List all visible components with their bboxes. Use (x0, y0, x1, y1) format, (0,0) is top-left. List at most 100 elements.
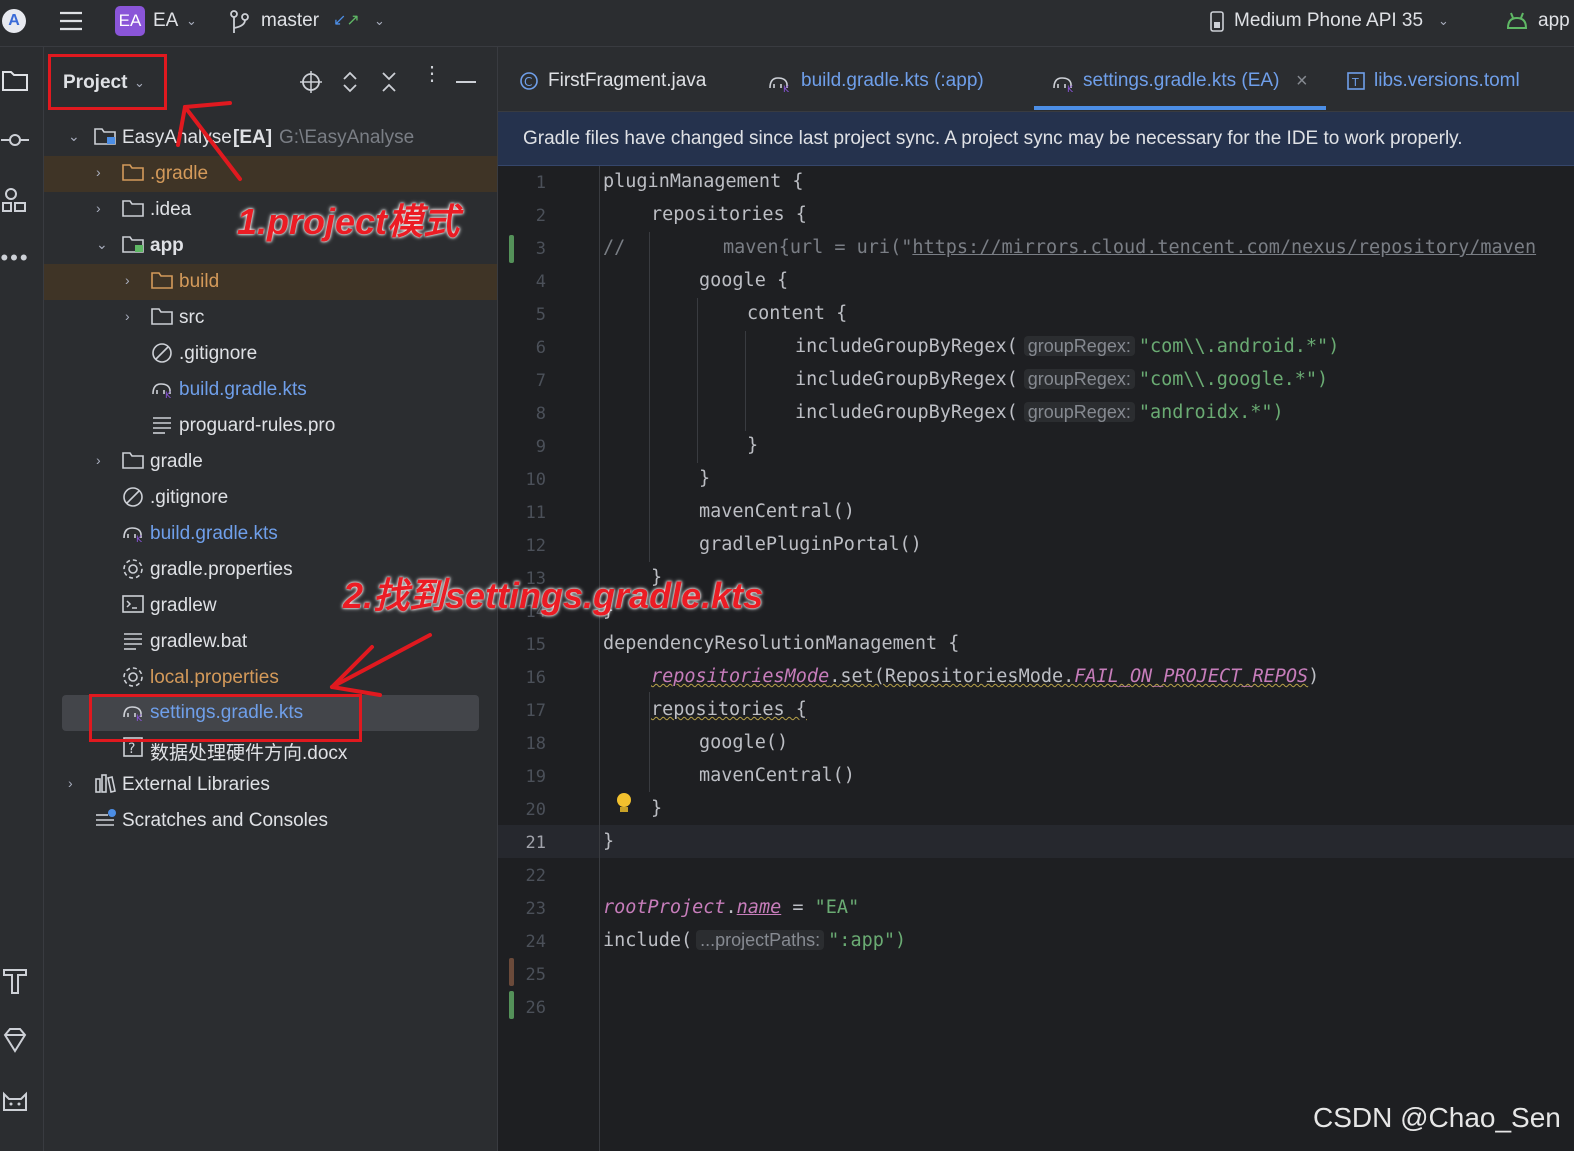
collapse-all-icon[interactable] (380, 70, 398, 94)
gradle-icon: K (1052, 71, 1076, 95)
folder-icon (122, 450, 144, 470)
project-name[interactable]: EA (153, 10, 178, 32)
tab-libs-versions[interactable]: libs.versions.toml (1374, 70, 1520, 92)
gem-icon[interactable] (0, 1026, 30, 1060)
active-tab-indicator (1034, 106, 1326, 110)
chevron-down-icon[interactable]: ⌄ (186, 13, 197, 29)
line-number: 16 (525, 668, 546, 688)
android-studio-icon[interactable]: A (2, 9, 26, 33)
folder-icon (122, 198, 144, 218)
line-number: 1 (535, 173, 546, 193)
code-line-2: repositories { (651, 204, 807, 225)
code-property: rootProject (603, 897, 726, 918)
code-line-10: } (699, 468, 711, 489)
code-line-9: } (747, 435, 759, 456)
chevron-down-icon[interactable]: ⌄ (1438, 13, 1449, 29)
svg-text:C: C (524, 75, 532, 89)
tree-item-scratches[interactable]: Scratches and Consoles (44, 803, 497, 839)
code-line-20: } (651, 798, 663, 819)
module-folder-icon (94, 126, 116, 146)
tree-item-label: External Libraries (122, 774, 270, 795)
line-number: 23 (525, 899, 546, 919)
android-icon (1505, 10, 1529, 32)
annotation-step2: 2.找到settings.gradle.kts (343, 575, 764, 616)
options-icon[interactable]: ⋮ (422, 64, 442, 84)
code-string: "androidx.*") (1138, 402, 1284, 423)
expand-all-icon[interactable] (341, 70, 359, 94)
line-number: 15 (525, 635, 546, 655)
close-tab-icon[interactable]: × (1296, 70, 1308, 93)
library-icon (94, 773, 116, 793)
gutter-separator (599, 166, 600, 1151)
svg-text:?: ? (128, 741, 135, 757)
java-class-icon: C (519, 71, 539, 91)
line-number: 25 (525, 965, 546, 985)
code-text: include( (603, 930, 693, 951)
svg-text:K: K (136, 535, 143, 542)
code-line-3-comment: // (603, 237, 626, 258)
param-hint: ...projectPaths: (696, 930, 825, 950)
locate-icon[interactable] (300, 71, 322, 93)
code-property: repositoriesMode (651, 666, 830, 687)
code-line-7: includeGroupByRegex(groupRegex: "com\\.go… (795, 369, 1328, 390)
line-number: 18 (525, 734, 546, 754)
line-number: 17 (525, 701, 546, 721)
code-editor[interactable] (498, 166, 1574, 1151)
build-hammer-icon[interactable] (0, 966, 30, 1002)
lightbulb-icon[interactable] (614, 791, 634, 817)
vcs-update-arrows-icon[interactable]: ↙↗ (333, 10, 360, 30)
logcat-icon[interactable] (0, 1088, 30, 1120)
line-number: 8 (535, 404, 546, 424)
line-number: 10 (525, 470, 546, 490)
code-line-21: } (603, 831, 615, 852)
annotation-arrows (176, 101, 432, 697)
indent-guide (649, 232, 650, 562)
tree-item-external-libraries[interactable]: › External Libraries (44, 767, 497, 803)
line-number: 20 (525, 800, 546, 820)
settings-gear-icon (122, 666, 144, 687)
code-line-1: pluginManagement { (603, 171, 804, 192)
folder-icon (122, 162, 144, 182)
hide-panel-icon[interactable] (456, 81, 476, 83)
code-line-24: include(...projectPaths: ":app") (603, 930, 906, 951)
run-config[interactable]: app (1538, 10, 1570, 32)
more-tools-icon[interactable]: ••• (0, 245, 30, 271)
device-icon (1208, 10, 1226, 34)
gradle-icon: K (768, 71, 792, 95)
chevron-down-icon[interactable]: ⌄ (374, 13, 385, 29)
line-number: 7 (535, 371, 546, 391)
tree-item-label: 数据处理硬件方向.docx (150, 743, 348, 764)
code-line-23: rootProject.name = "EA" (603, 897, 859, 918)
project-tool-icon[interactable] (0, 67, 30, 99)
code-string: ":app") (828, 930, 907, 951)
line-number: 3 (535, 239, 546, 259)
gradle-icon: K (122, 522, 144, 545)
code-text: includeGroupByRegex( (795, 402, 1018, 423)
code-constant: FAIL_ON_PROJECT_REPOS (1074, 666, 1309, 687)
code-line-3: maven{url = uri("https://mirrors.cloud.t… (723, 237, 1536, 258)
code-line-5: content { (747, 303, 848, 324)
toml-file-icon: T (1346, 71, 1366, 91)
code-line-18: google() (699, 732, 789, 753)
indent-guide (745, 331, 746, 431)
line-number: 19 (525, 767, 546, 787)
param-hint: groupRegex: (1023, 369, 1135, 389)
code-property: name (736, 897, 782, 918)
ignore-file-icon (122, 486, 144, 507)
param-hint: groupRegex: (1023, 402, 1135, 422)
branch-name[interactable]: master (261, 10, 319, 32)
code-text: .set(RepositoriesMode. (829, 666, 1075, 687)
commit-icon[interactable] (0, 128, 30, 158)
indent-guide (697, 298, 698, 463)
current-line-highlight (498, 825, 1574, 858)
structure-icon[interactable] (0, 187, 30, 221)
tab-first-fragment[interactable]: FirstFragment.java (548, 70, 706, 92)
code-line-17: repositories { (651, 699, 807, 720)
text-file-icon (122, 630, 144, 650)
device-selector[interactable]: Medium Phone API 35 (1234, 10, 1423, 32)
tab-build-gradle-app[interactable]: build.gradle.kts (:app) (801, 70, 984, 92)
tab-settings-gradle[interactable]: settings.gradle.kts (EA) (1083, 70, 1279, 92)
project-badge[interactable]: EA (115, 6, 145, 36)
code-url[interactable]: https://mirrors.cloud.tencent.com/nexus/… (912, 237, 1536, 258)
main-menu-icon[interactable] (58, 8, 84, 34)
